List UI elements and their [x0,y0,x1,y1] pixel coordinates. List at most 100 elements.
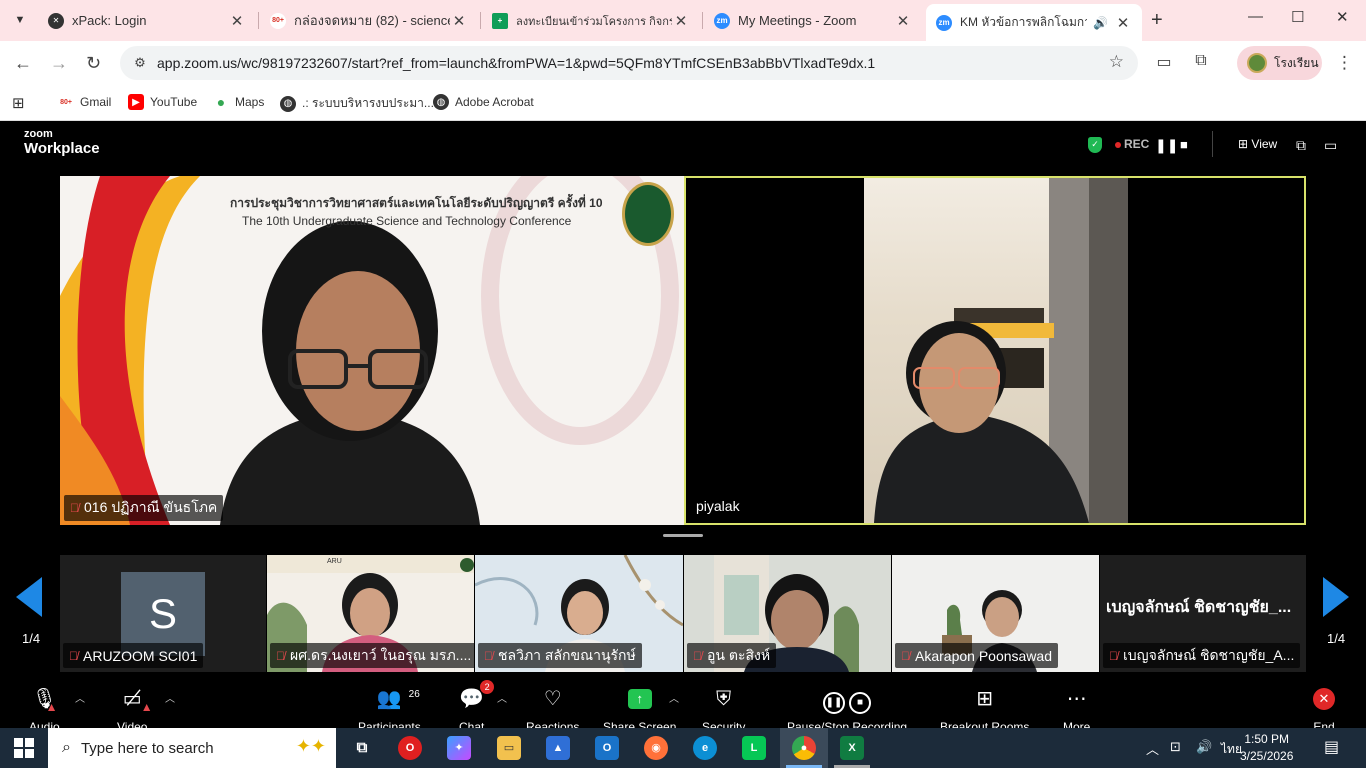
taskbar-search[interactable]: ⌕ Type here to search ✦✦ [48,728,336,768]
file-explorer-icon[interactable]: ▭ [497,736,521,760]
tab-gmail[interactable]: 80+ กล่องจดหมาย (82) - science@ ✕ [260,4,478,37]
browser-tab-bar: ▼ ✕ xPack: Login ✕ 80+ กล่องจดหมาย (82) … [0,0,1366,41]
tab-sheets[interactable]: + ลงทะเบียนเข้าร่วมโครงการ กิจกรร ✕ [482,4,700,37]
pip-icon[interactable]: ⧉ [1296,137,1306,154]
maximize-icon[interactable]: ☐ [1291,8,1304,26]
participants-button[interactable]: 👥 26 Participants [358,686,421,734]
share-screen-button[interactable]: ↑ Share Screen [603,686,676,734]
outlook-icon[interactable]: O [595,736,619,760]
windows-start-icon[interactable] [14,738,34,758]
video-options-caret-icon[interactable]: ︿ [165,690,175,705]
line-icon[interactable]: L [742,736,766,760]
tab-my-meetings[interactable]: zm My Meetings - Zoom ✕ [704,4,922,37]
background-header-text: ARU [327,558,342,565]
heart-icon: ♡ [543,688,562,710]
bookmark-youtube[interactable]: ▶ YouTube [128,94,197,110]
end-meeting-button[interactable]: ✕ End [1313,686,1335,734]
tab-xpack[interactable]: ✕ xPack: Login ✕ [38,4,256,37]
breakout-rooms-button[interactable]: ⊞ Breakout Rooms [940,686,1029,734]
close-icon[interactable]: ✕ [1114,14,1132,32]
tab-search-button[interactable]: ▼ [8,8,32,32]
conference-title-th: การประชุมวิชาการวิทยาศาสตร์และเทคโนโลยีร… [230,196,603,210]
notifications-icon[interactable]: ▤ [1324,737,1339,757]
encryption-shield-icon[interactable]: ✓ [1088,137,1102,153]
gmail-icon: 80+ [60,98,72,106]
extensions-icon[interactable]: ⧉ [1190,52,1212,74]
previous-page-icon[interactable] [16,577,42,617]
chat-button[interactable]: 💬 2 Chat [459,680,495,734]
opera-icon[interactable]: O [398,736,422,760]
fullscreen-icon[interactable]: ▭ [1324,137,1337,154]
app-icon[interactable]: ▲ [546,736,570,760]
thumbnail-tile[interactable]: ARU 🎙̸ ผศ.ดร.นงเยาว์ ในอรุณ มรภ.... [267,555,474,672]
video-tile[interactable]: การประชุมวิชาการวิทยาศาสตร์และเทคโนโลยีร… [60,176,684,525]
bookmark-gmail[interactable]: 80+ Gmail [58,94,111,110]
back-icon[interactable]: ← [14,53,32,74]
breakout-rooms-icon: ⊞ [976,688,994,710]
close-icon[interactable]: ✕ [672,12,690,30]
edge-icon[interactable]: e [693,736,717,760]
url-text[interactable]: app.zoom.us/wc/98197232607/start?ref_fro… [157,55,875,71]
minimize-icon[interactable]: — [1248,8,1263,25]
next-page-icon[interactable] [1323,577,1349,617]
thumbnail-tile[interactable]: 🎙̸ Akarapon Poonsawad [892,555,1099,672]
volume-icon[interactable]: 🔊 [1196,739,1212,755]
more-menu-icon[interactable]: ⋮ [1336,53,1353,73]
forward-icon[interactable]: → [50,53,68,74]
chrome-icon[interactable]: ● [792,736,816,760]
firefox-icon[interactable]: ◉ [644,736,668,760]
close-icon[interactable]: ✕ [228,12,246,30]
bookmark-maps[interactable]: ● Maps [213,94,265,110]
chat-icon[interactable]: ▭ [1153,52,1175,74]
pause-recording-icon[interactable]: ❚❚ [1155,137,1178,154]
chat-options-caret-icon[interactable]: ︿ [497,690,507,705]
profile-button[interactable]: โรงเรียน [1237,46,1322,80]
participant-name-label: piyalak [696,498,740,514]
network-icon[interactable]: ⊡ [1170,739,1181,755]
thumbnail-tile[interactable]: เบญจลักษณ์ ชิดชาญชัย_... 🎙̸ เบญจลักษณ์ ชิ… [1100,555,1306,672]
security-button[interactable]: ⛨ Security [702,686,745,734]
thumbnail-tile[interactable]: 🎙̸ ชลวิภา สลักขณานุรักษ์ [475,555,683,672]
speaker-icon[interactable]: 🔊 [1093,16,1108,30]
window-close-icon[interactable]: ✕ [1336,8,1349,26]
mic-muted-icon: 🎙̸ [276,648,285,663]
x-icon: ✕ [48,12,64,29]
more-button[interactable]: ⋯ More [1063,686,1090,734]
bookmark-adobe[interactable]: ◍ Adobe Acrobat [433,94,534,110]
close-icon[interactable]: ✕ [450,12,468,30]
address-bar[interactable]: ⚙ app.zoom.us/wc/98197232607/start?ref_f… [120,46,1138,80]
participants-icon: 👥 [376,688,402,710]
audio-options-caret-icon[interactable]: ︿ [75,690,85,705]
video-button[interactable]: ▭̸ ▲ Video [117,686,153,734]
end-icon: ✕ [1313,688,1335,710]
stop-recording-icon[interactable]: ■ [1180,137,1188,152]
thumbnail-tile[interactable]: S 🎙̸ ARUZOOM SCI01 [60,555,266,672]
excel-icon[interactable]: X [840,736,864,760]
recording-indicator: REC [1115,137,1149,151]
tab-km-meeting[interactable]: zm KM หัวข้อการพลิกโฉมการเรี 🔊 ✕ [926,4,1142,41]
language-indicator[interactable]: ไทย [1221,740,1242,759]
participant-name-label: 🎙̸ ARUZOOM SCI01 [63,643,204,668]
taskbar-clock[interactable]: 1:50 PM 3/25/2026 [1240,731,1293,765]
pause-icon: ❚❚ [823,692,846,714]
youtube-icon: ▶ [128,94,144,110]
task-view-icon[interactable]: ⧉ [350,736,374,760]
zoom-icon: zm [714,12,730,29]
reload-icon[interactable]: ↻ [86,53,101,74]
copilot-icon[interactable]: ✦ [447,736,471,760]
reactions-button[interactable]: ♡ Reactions [526,686,579,734]
new-tab-icon[interactable]: + [1151,9,1163,32]
recording-button[interactable]: ❚❚ ■ Pause/Stop Recording [787,686,907,734]
thumbnail-tile[interactable]: 🎙̸ อูน ตะสิงห์ [684,555,891,672]
bookmark-star-icon[interactable]: ☆ [1109,52,1124,72]
site-settings-icon[interactable]: ⚙ [128,51,152,75]
close-icon[interactable]: ✕ [894,12,912,30]
video-tile-active-speaker[interactable]: piyalak [684,176,1306,525]
bookmark-budget-system[interactable]: ◍ .: ระบบบริหารงบประมา... [280,94,434,113]
apps-icon[interactable]: ⊞ [12,94,25,112]
tray-chevron-icon[interactable]: ︿ [1146,739,1159,758]
audio-button[interactable]: 🎙 ▲ Audio [29,686,60,734]
share-options-caret-icon[interactable]: ︿ [669,690,679,705]
resize-handle[interactable] [663,534,703,537]
view-button[interactable]: ⊞ View [1238,137,1277,151]
